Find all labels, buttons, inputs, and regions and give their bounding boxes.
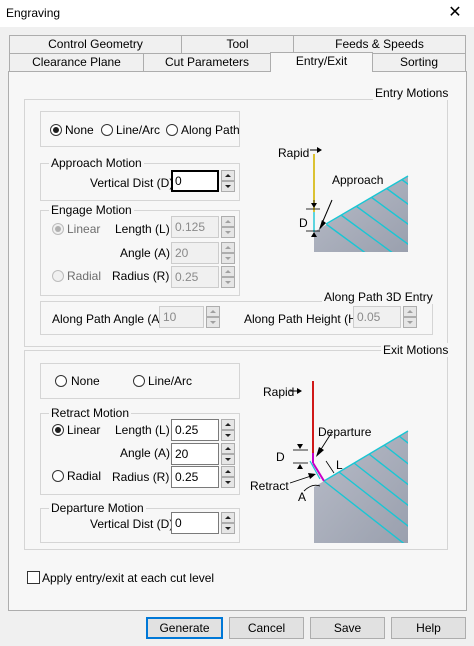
save-button[interactable]: Save: [310, 617, 385, 639]
exit-none-label: None: [71, 374, 100, 388]
approach-vertical-dist-spinner[interactable]: [221, 170, 235, 192]
exit-diagram-a-label: A: [298, 490, 307, 504]
along-path-height-input[interactable]: 0.05: [353, 306, 401, 328]
approach-vertical-dist-input[interactable]: 0: [171, 170, 219, 192]
engage-radial-label: Radial: [67, 269, 102, 283]
help-button[interactable]: Help: [391, 617, 466, 639]
engage-angle-spinner[interactable]: [221, 242, 235, 264]
retract-length-input[interactable]: 0.25: [171, 419, 219, 441]
tab-entry-exit[interactable]: Entry/Exit: [270, 52, 373, 72]
entry-linearc-radio[interactable]: [101, 124, 113, 136]
engage-radial-radio[interactable]: [52, 270, 64, 282]
along-path-height-label: Along Path Height (H): [244, 312, 361, 326]
along-path-angle-label: Along Path Angle (A): [52, 312, 164, 326]
retract-linear-radio[interactable]: [52, 424, 64, 436]
along-path-3d-label: Along Path 3D Entry: [322, 290, 435, 304]
entry-alongpath-radio[interactable]: [166, 124, 178, 136]
retract-radial-label: Radial: [67, 469, 102, 483]
approach-vertical-dist-label: Vertical Dist (D):: [90, 176, 177, 190]
entry-diagram-rapid-label: Rapid: [278, 146, 310, 160]
retract-radius-label: Radius (R): [112, 470, 170, 484]
apply-each-level-checkbox[interactable]: [27, 571, 40, 584]
entry-motions-label: Entry Motions: [373, 86, 451, 100]
retract-angle-input[interactable]: 20: [171, 443, 219, 465]
entry-linearc-label: Line/Arc: [116, 123, 161, 137]
exit-workpiece: [314, 431, 408, 543]
entry-diagram-approach-label: Approach: [332, 173, 384, 187]
retract-angle-label: Angle (A): [120, 446, 171, 460]
tab-sorting[interactable]: Sorting: [372, 53, 466, 71]
exit-diagram-departure-label: Departure: [318, 425, 372, 439]
entry-none-radio[interactable]: [50, 124, 62, 136]
window-title: Engraving: [6, 6, 61, 20]
retract-radius-input[interactable]: 0.25: [171, 466, 219, 488]
retract-linear-label: Linear: [67, 423, 101, 437]
engage-angle-input[interactable]: 20: [171, 242, 219, 264]
tab-feeds-speeds[interactable]: Feeds & Speeds: [293, 35, 466, 53]
tab-clearance-plane[interactable]: Clearance Plane: [9, 53, 144, 71]
entry-none-label: None: [65, 123, 94, 137]
retract-length-label: Length (L): [115, 423, 170, 437]
tab-control-geometry[interactable]: Control Geometry: [9, 35, 182, 53]
retract-radius-spinner[interactable]: [221, 466, 235, 488]
retract-motion-label: Retract Motion: [49, 406, 132, 420]
exit-diagram-d-label: D: [276, 450, 285, 464]
entry-diagram-d-label: D: [299, 216, 308, 230]
entry-alongpath-label: Along Path: [181, 123, 240, 137]
exit-diagram-retract-label: Retract: [250, 479, 289, 493]
tab-cut-parameters[interactable]: Cut Parameters: [143, 53, 271, 71]
departure-vertical-dist-label: Vertical Dist (D):: [90, 517, 177, 531]
engage-linear-radio[interactable]: [52, 223, 64, 235]
engage-length-spinner[interactable]: [221, 216, 235, 238]
tab-tool[interactable]: Tool: [181, 35, 294, 53]
close-icon[interactable]: ✕: [440, 1, 470, 25]
cancel-button[interactable]: Cancel: [229, 617, 304, 639]
engage-length-label: Length (L): [115, 222, 170, 236]
departure-path-line: [312, 462, 325, 482]
title-bar: [0, 0, 474, 27]
departure-vertical-dist-spinner[interactable]: [221, 512, 235, 534]
engage-radius-input[interactable]: 0.25: [171, 266, 219, 288]
exit-diagram-rapid-label: Rapid: [263, 385, 295, 399]
retract-length-spinner[interactable]: [221, 419, 235, 441]
along-path-angle-input[interactable]: 10: [159, 306, 204, 328]
approach-motion-label: Approach Motion: [49, 156, 144, 170]
exit-none-radio[interactable]: [55, 375, 67, 387]
apply-each-level-label: Apply entry/exit at each cut level: [42, 571, 215, 585]
along-path-angle-spinner[interactable]: [206, 306, 220, 328]
engage-radius-label: Radius (R): [112, 269, 170, 283]
exit-motions-label: Exit Motions: [381, 343, 451, 357]
retract-radial-radio[interactable]: [52, 470, 64, 482]
engage-radius-spinner[interactable]: [221, 266, 235, 288]
exit-linearc-radio[interactable]: [133, 375, 145, 387]
engage-length-input[interactable]: 0.125: [171, 216, 219, 238]
engage-linear-label: Linear: [67, 222, 101, 236]
along-path-height-spinner[interactable]: [403, 306, 417, 328]
departure-motion-label: Departure Motion: [49, 501, 146, 515]
engage-angle-label: Angle (A): [120, 246, 171, 260]
retract-angle-spinner[interactable]: [221, 443, 235, 465]
exit-diagram-l-label: L: [336, 458, 343, 472]
engage-motion-label: Engage Motion: [49, 203, 134, 217]
generate-button[interactable]: Generate: [146, 617, 223, 639]
exit-linearc-label: Line/Arc: [148, 374, 193, 388]
departure-vertical-dist-input[interactable]: 0: [171, 512, 219, 534]
